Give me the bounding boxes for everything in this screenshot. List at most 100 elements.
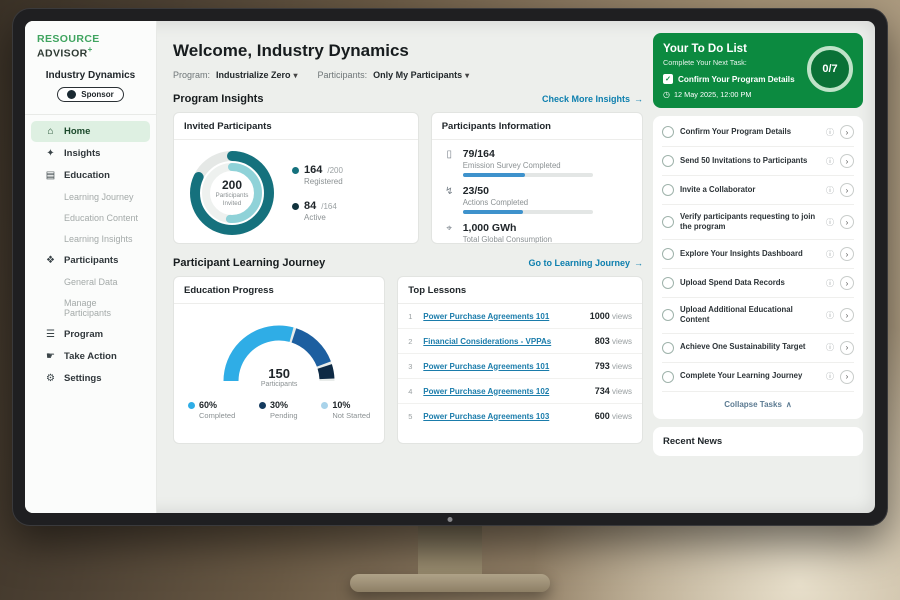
sidebar-item-label: Home (64, 126, 90, 137)
card-title: Top Lessons (398, 277, 642, 304)
info-icon[interactable]: ⓘ (826, 371, 834, 382)
participants-filter-dropdown[interactable]: Only My Participants ▾ (373, 70, 469, 80)
legend-dot (259, 402, 266, 409)
monitor-stand (418, 522, 482, 582)
stat-label: Actions Completed (463, 198, 593, 207)
logo-secondary: ADVISOR (37, 48, 88, 60)
todo-task[interactable]: Invite a Collaborator ⓘ › (662, 176, 854, 205)
sidebar-item-learning-journey[interactable]: Learning Journey (31, 187, 150, 207)
task-checkbox[interactable] (662, 216, 674, 228)
task-label: Send 50 Invitations to Participants (680, 156, 820, 166)
info-icon[interactable]: ⓘ (826, 127, 834, 138)
task-checkbox[interactable] (662, 126, 674, 138)
todo-task[interactable]: Complete Your Learning Journey ⓘ › (662, 363, 854, 392)
next-task-row[interactable]: ✓ Confirm Your Program Details (663, 74, 813, 84)
lesson-rank: 4 (408, 387, 416, 396)
sidebar-item-general-data[interactable]: General Data (31, 272, 150, 292)
sidebar-nav: ⌂ Home ✦ Insights ▤ Education Learning J… (25, 121, 156, 389)
lesson-row: 4 Power Purchase Agreements 102 734 view… (398, 379, 642, 404)
task-checkbox[interactable] (662, 309, 674, 321)
sidebar-item-label: Participants (64, 255, 118, 266)
chevron-right-icon[interactable]: › (840, 215, 854, 229)
lesson-link[interactable]: Power Purchase Agreements 101 (423, 362, 587, 371)
chevron-right-icon[interactable]: › (840, 370, 854, 384)
task-checkbox[interactable] (662, 371, 674, 383)
sponsor-label: Sponsor (81, 90, 113, 99)
sidebar-item-settings[interactable]: ⚙ Settings (31, 368, 150, 389)
survey-icon: ▯ (444, 149, 455, 160)
chevron-right-icon[interactable]: › (840, 247, 854, 261)
lesson-row: 2 Financial Considerations - VPPAs 803 v… (398, 329, 642, 354)
chevron-right-icon[interactable]: › (840, 125, 854, 139)
sidebar-item-insights[interactable]: ✦ Insights (31, 143, 150, 164)
program-filter-label: Program: (173, 70, 210, 80)
task-checkbox[interactable] (662, 277, 674, 289)
task-label: Upload Additional Educational Content (680, 305, 820, 325)
info-icon[interactable]: ⓘ (826, 342, 834, 353)
todo-progress-ring: 0/7 (807, 46, 853, 92)
todo-progress-count: 0/7 (822, 63, 837, 75)
org-name: Industry Dynamics (25, 70, 156, 81)
todo-task[interactable]: Confirm Your Program Details ⓘ › (662, 118, 854, 147)
sidebar-item-learning-insights[interactable]: Learning Insights (31, 229, 150, 249)
lesson-link[interactable]: Power Purchase Agreements 103 (423, 412, 587, 421)
task-checkbox[interactable] (662, 184, 674, 196)
task-label: Explore Your Insights Dashboard (680, 249, 820, 259)
consumption-icon: ⌖ (444, 223, 455, 234)
lesson-link[interactable]: Financial Considerations - VPPAs (423, 337, 587, 346)
lesson-link[interactable]: Power Purchase Agreements 102 (423, 387, 587, 396)
sidebar-item-label: Manage Participants (64, 298, 142, 318)
gauge-center-label: Participants (214, 381, 344, 388)
lesson-link[interactable]: Power Purchase Agreements 101 (423, 312, 582, 321)
todo-task[interactable]: Upload Spend Data Records ⓘ › (662, 269, 854, 298)
collapse-tasks-button[interactable]: Collapse Tasks ∧ (662, 392, 854, 417)
sidebar-item-home[interactable]: ⌂ Home (31, 121, 150, 142)
stat-emission-survey: ▯ 79/164 Emission Survey Completed (444, 148, 630, 177)
app-logo: RESOURCE ADVISOR+ (25, 33, 156, 60)
info-icon[interactable]: ⓘ (826, 156, 834, 167)
progress-fill (463, 173, 525, 177)
sidebar-item-participants[interactable]: ❖ Participants (31, 250, 150, 271)
chevron-right-icon[interactable]: › (840, 183, 854, 197)
power-led (448, 517, 453, 522)
info-icon[interactable]: ⓘ (826, 278, 834, 289)
sidebar-item-label: Learning Journey (64, 192, 134, 202)
todo-task[interactable]: Explore Your Insights Dashboard ⓘ › (662, 240, 854, 269)
todo-task[interactable]: Achieve One Sustainability Target ⓘ › (662, 334, 854, 363)
task-checkbox[interactable] (662, 342, 674, 354)
check-more-insights-link[interactable]: Check More Insights → (542, 94, 643, 104)
sponsor-badge[interactable]: Sponsor (57, 87, 123, 102)
program-filter-dropdown[interactable]: Industrialize Zero ▾ (216, 70, 298, 80)
chevron-right-icon[interactable]: › (840, 154, 854, 168)
task-checkbox[interactable] (662, 248, 674, 260)
sidebar-item-label: Insights (64, 148, 100, 159)
todo-task[interactable]: Upload Additional Educational Content ⓘ … (662, 298, 854, 333)
chevron-down-icon: ▾ (465, 71, 469, 80)
chevron-right-icon[interactable]: › (840, 276, 854, 290)
sidebar-item-education[interactable]: ▤ Education (31, 165, 150, 186)
todo-task[interactable]: Send 50 Invitations to Participants ⓘ › (662, 147, 854, 176)
logo-primary: RESOURCE (37, 33, 100, 45)
monitor-stand-base (350, 574, 550, 592)
info-icon[interactable]: ⓘ (826, 217, 834, 228)
participants-information-card: Participants Information ▯ 79/164 Emissi… (431, 112, 643, 244)
checkbox-icon[interactable]: ✓ (663, 74, 673, 84)
sidebar-item-education-content[interactable]: Education Content (31, 208, 150, 228)
insights-icon: ✦ (45, 148, 56, 159)
info-icon[interactable]: ⓘ (826, 310, 834, 321)
info-icon[interactable]: ⓘ (826, 249, 834, 260)
go-to-learning-journey-link[interactable]: Go to Learning Journey → (528, 258, 643, 268)
chevron-right-icon[interactable]: › (840, 308, 854, 322)
legend-dot (292, 167, 299, 174)
sidebar-item-program[interactable]: ☰ Program (31, 324, 150, 345)
actions-icon: ↯ (444, 186, 455, 197)
sidebar-item-take-action[interactable]: ☛ Take Action (31, 346, 150, 367)
info-icon[interactable]: ⓘ (826, 185, 834, 196)
task-checkbox[interactable] (662, 155, 674, 167)
legend-total: /164 (321, 202, 337, 211)
sidebar-item-manage-participants[interactable]: Manage Participants (31, 293, 150, 323)
recent-news-header[interactable]: Recent News (653, 427, 863, 456)
home-icon: ⌂ (45, 126, 56, 137)
chevron-right-icon[interactable]: › (840, 341, 854, 355)
todo-task[interactable]: Verify participants requesting to join t… (662, 205, 854, 240)
